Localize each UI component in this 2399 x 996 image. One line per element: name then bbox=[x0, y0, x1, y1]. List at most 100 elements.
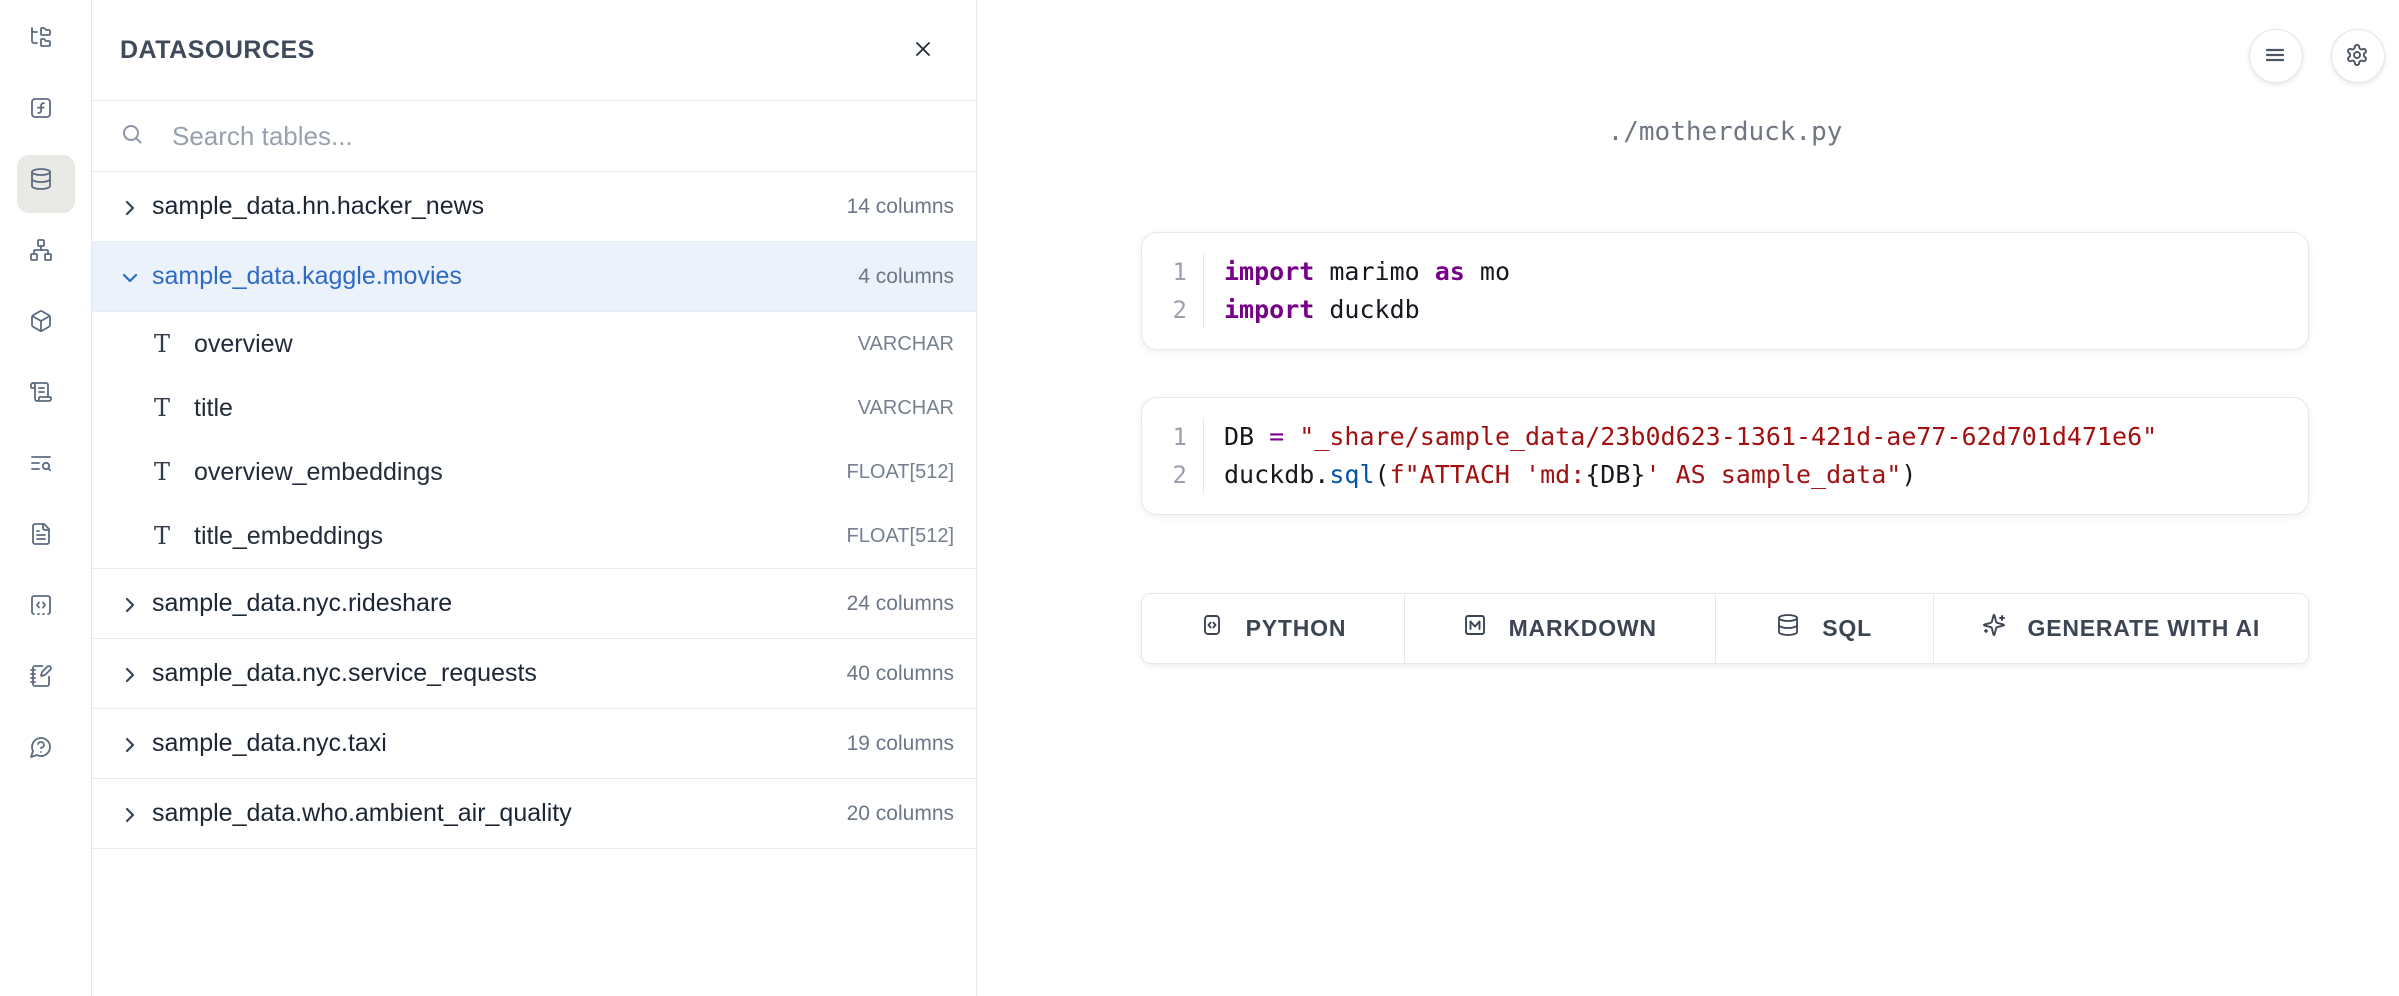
file-text-icon bbox=[29, 522, 63, 556]
table-name: sample_data.nyc.taxi bbox=[152, 729, 387, 758]
column-type: VARCHAR bbox=[858, 397, 954, 420]
app-window: DATASOURCES sample_data.hn.hacker_news 1… bbox=[0, 0, 2399, 996]
add-python-button[interactable]: PYTHON bbox=[1142, 594, 1405, 663]
table-name: sample_data.nyc.rideshare bbox=[152, 589, 452, 618]
panel-header: DATASOURCES bbox=[92, 0, 976, 101]
table-name: sample_data.kaggle.movies bbox=[152, 262, 462, 291]
close-icon bbox=[911, 37, 938, 64]
settings-button[interactable] bbox=[2331, 29, 2385, 83]
notebook-filename[interactable]: ./motherduck.py bbox=[1141, 112, 2309, 152]
table-column-count: 40 columns bbox=[831, 662, 954, 686]
menu-icon bbox=[2263, 43, 2290, 70]
column-type: VARCHAR bbox=[858, 333, 954, 356]
notebook-menu-button[interactable] bbox=[2249, 29, 2303, 83]
table-column-count: 20 columns bbox=[831, 802, 954, 826]
column-name: overview bbox=[194, 330, 293, 359]
chevron-right-icon bbox=[118, 593, 140, 615]
database-icon bbox=[29, 167, 63, 201]
chevron-right-icon bbox=[118, 196, 140, 218]
line-number: 2 bbox=[1142, 456, 1204, 494]
table-name: sample_data.who.ambient_air_quality bbox=[152, 799, 572, 828]
box-icon bbox=[29, 309, 63, 343]
table-name: sample_data.hn.hacker_news bbox=[152, 192, 484, 221]
line-number: 1 bbox=[1142, 253, 1204, 291]
table-column-count: 19 columns bbox=[831, 732, 954, 756]
scroll-text-icon bbox=[29, 380, 63, 414]
icon-sidebar bbox=[0, 0, 92, 996]
notebook-content: ./motherduck.py 1 import marimo as mo 2 … bbox=[1141, 0, 2309, 664]
chevron-right-icon bbox=[118, 733, 140, 755]
cell-list: 1 import marimo as mo 2 import duckdb 1 … bbox=[1141, 232, 2309, 515]
code-square-dashed-icon bbox=[29, 593, 63, 627]
sidebar-item-file-explorer[interactable] bbox=[17, 13, 75, 71]
code-text: import duckdb bbox=[1204, 291, 1420, 329]
text-type-icon: T bbox=[154, 330, 194, 358]
table-row[interactable]: sample_data.hn.hacker_news 14 columns bbox=[92, 172, 976, 242]
code-cell[interactable]: 1 DB = "_share/sample_data/23b0d623-1361… bbox=[1141, 397, 2309, 515]
column-row[interactable]: T title_embeddings FLOAT[512] bbox=[92, 504, 976, 568]
notebook-pen-icon bbox=[29, 664, 63, 698]
table-column-count: 24 columns bbox=[831, 592, 954, 616]
column-name: overview_embeddings bbox=[194, 458, 443, 487]
sidebar-item-scratchpad[interactable] bbox=[17, 652, 75, 710]
table-row[interactable]: sample_data.nyc.service_requests 40 colu… bbox=[92, 639, 976, 709]
column-row[interactable]: T overview_embeddings FLOAT[512] bbox=[92, 440, 976, 504]
search-icon bbox=[120, 122, 148, 150]
column-name: title bbox=[194, 394, 233, 423]
code-line: 2 import duckdb bbox=[1142, 291, 2308, 329]
sidebar-item-snippets[interactable] bbox=[17, 581, 75, 639]
table-row[interactable]: sample_data.nyc.rideshare 24 columns bbox=[92, 569, 976, 639]
top-actions bbox=[2249, 29, 2385, 83]
code-line: 1 import marimo as mo bbox=[1142, 253, 2308, 291]
sidebar-item-help[interactable] bbox=[17, 723, 75, 781]
column-name: title_embeddings bbox=[194, 522, 383, 551]
search-input[interactable] bbox=[172, 121, 952, 152]
function-square-icon bbox=[29, 96, 63, 130]
sparkles-icon bbox=[1982, 613, 2013, 644]
sidebar-item-packages[interactable] bbox=[17, 297, 75, 355]
add-markdown-button[interactable]: MARKDOWN bbox=[1405, 594, 1716, 663]
code-text: DB = "_share/sample_data/23b0d623-1361-4… bbox=[1204, 418, 2157, 456]
column-type: FLOAT[512] bbox=[847, 461, 954, 484]
sidebar-item-tracebacks[interactable] bbox=[17, 439, 75, 497]
text-type-icon: T bbox=[154, 522, 194, 550]
m-square-icon bbox=[1463, 613, 1494, 644]
help-bubble-icon bbox=[29, 735, 63, 769]
code-text: import marimo as mo bbox=[1204, 253, 1510, 291]
table-row[interactable]: sample_data.kaggle.movies 4 columns bbox=[92, 242, 976, 312]
sidebar-item-datasources[interactable] bbox=[17, 155, 75, 213]
add-sql-button[interactable]: SQL bbox=[1716, 594, 1934, 663]
table-row[interactable]: sample_data.nyc.taxi 19 columns bbox=[92, 709, 976, 779]
column-row[interactable]: T overview VARCHAR bbox=[92, 312, 976, 376]
add-button-label: SQL bbox=[1822, 615, 1872, 642]
code-cell[interactable]: 1 import marimo as mo 2 import duckdb bbox=[1141, 232, 2309, 350]
add-generate-with-ai-button[interactable]: GENERATE WITH AI bbox=[1934, 594, 2308, 663]
table-row[interactable]: sample_data.who.ambient_air_quality 20 c… bbox=[92, 779, 976, 849]
notebook-main: ./motherduck.py 1 import marimo as mo 2 … bbox=[977, 0, 2399, 996]
close-panel-button[interactable] bbox=[902, 28, 946, 72]
chevron-right-icon bbox=[118, 663, 140, 685]
sidebar-item-logs[interactable] bbox=[17, 368, 75, 426]
table-name: sample_data.nyc.service_requests bbox=[152, 659, 537, 688]
sidebar-item-dependencies[interactable] bbox=[17, 226, 75, 284]
text-type-icon: T bbox=[154, 394, 194, 422]
database-icon bbox=[1776, 613, 1807, 644]
sidebar-item-variables[interactable] bbox=[17, 84, 75, 142]
datasources-panel: DATASOURCES sample_data.hn.hacker_news 1… bbox=[92, 0, 977, 996]
code-line: 1 DB = "_share/sample_data/23b0d623-1361… bbox=[1142, 418, 2308, 456]
code-text: duckdb.sql(f"ATTACH 'md:{DB}' AS sample_… bbox=[1204, 456, 1916, 494]
line-number: 2 bbox=[1142, 291, 1204, 329]
sidebar-item-documentation[interactable] bbox=[17, 510, 75, 568]
add-cell-buttons: PYTHON MARKDOWN SQL GENERATE WITH AI bbox=[1141, 593, 2309, 664]
panel-title: DATASOURCES bbox=[120, 36, 315, 65]
line-number: 1 bbox=[1142, 418, 1204, 456]
network-icon bbox=[29, 238, 63, 272]
table-column-count: 4 columns bbox=[842, 265, 954, 289]
code-line: 2 duckdb.sql(f"ATTACH 'md:{DB}' AS sampl… bbox=[1142, 456, 2308, 494]
column-row[interactable]: T title VARCHAR bbox=[92, 376, 976, 440]
column-type: FLOAT[512] bbox=[847, 525, 954, 548]
chevron-down-icon bbox=[118, 266, 140, 288]
code-square-icon bbox=[1200, 613, 1231, 644]
list-search-icon bbox=[29, 451, 63, 485]
add-button-label: MARKDOWN bbox=[1509, 615, 1657, 642]
